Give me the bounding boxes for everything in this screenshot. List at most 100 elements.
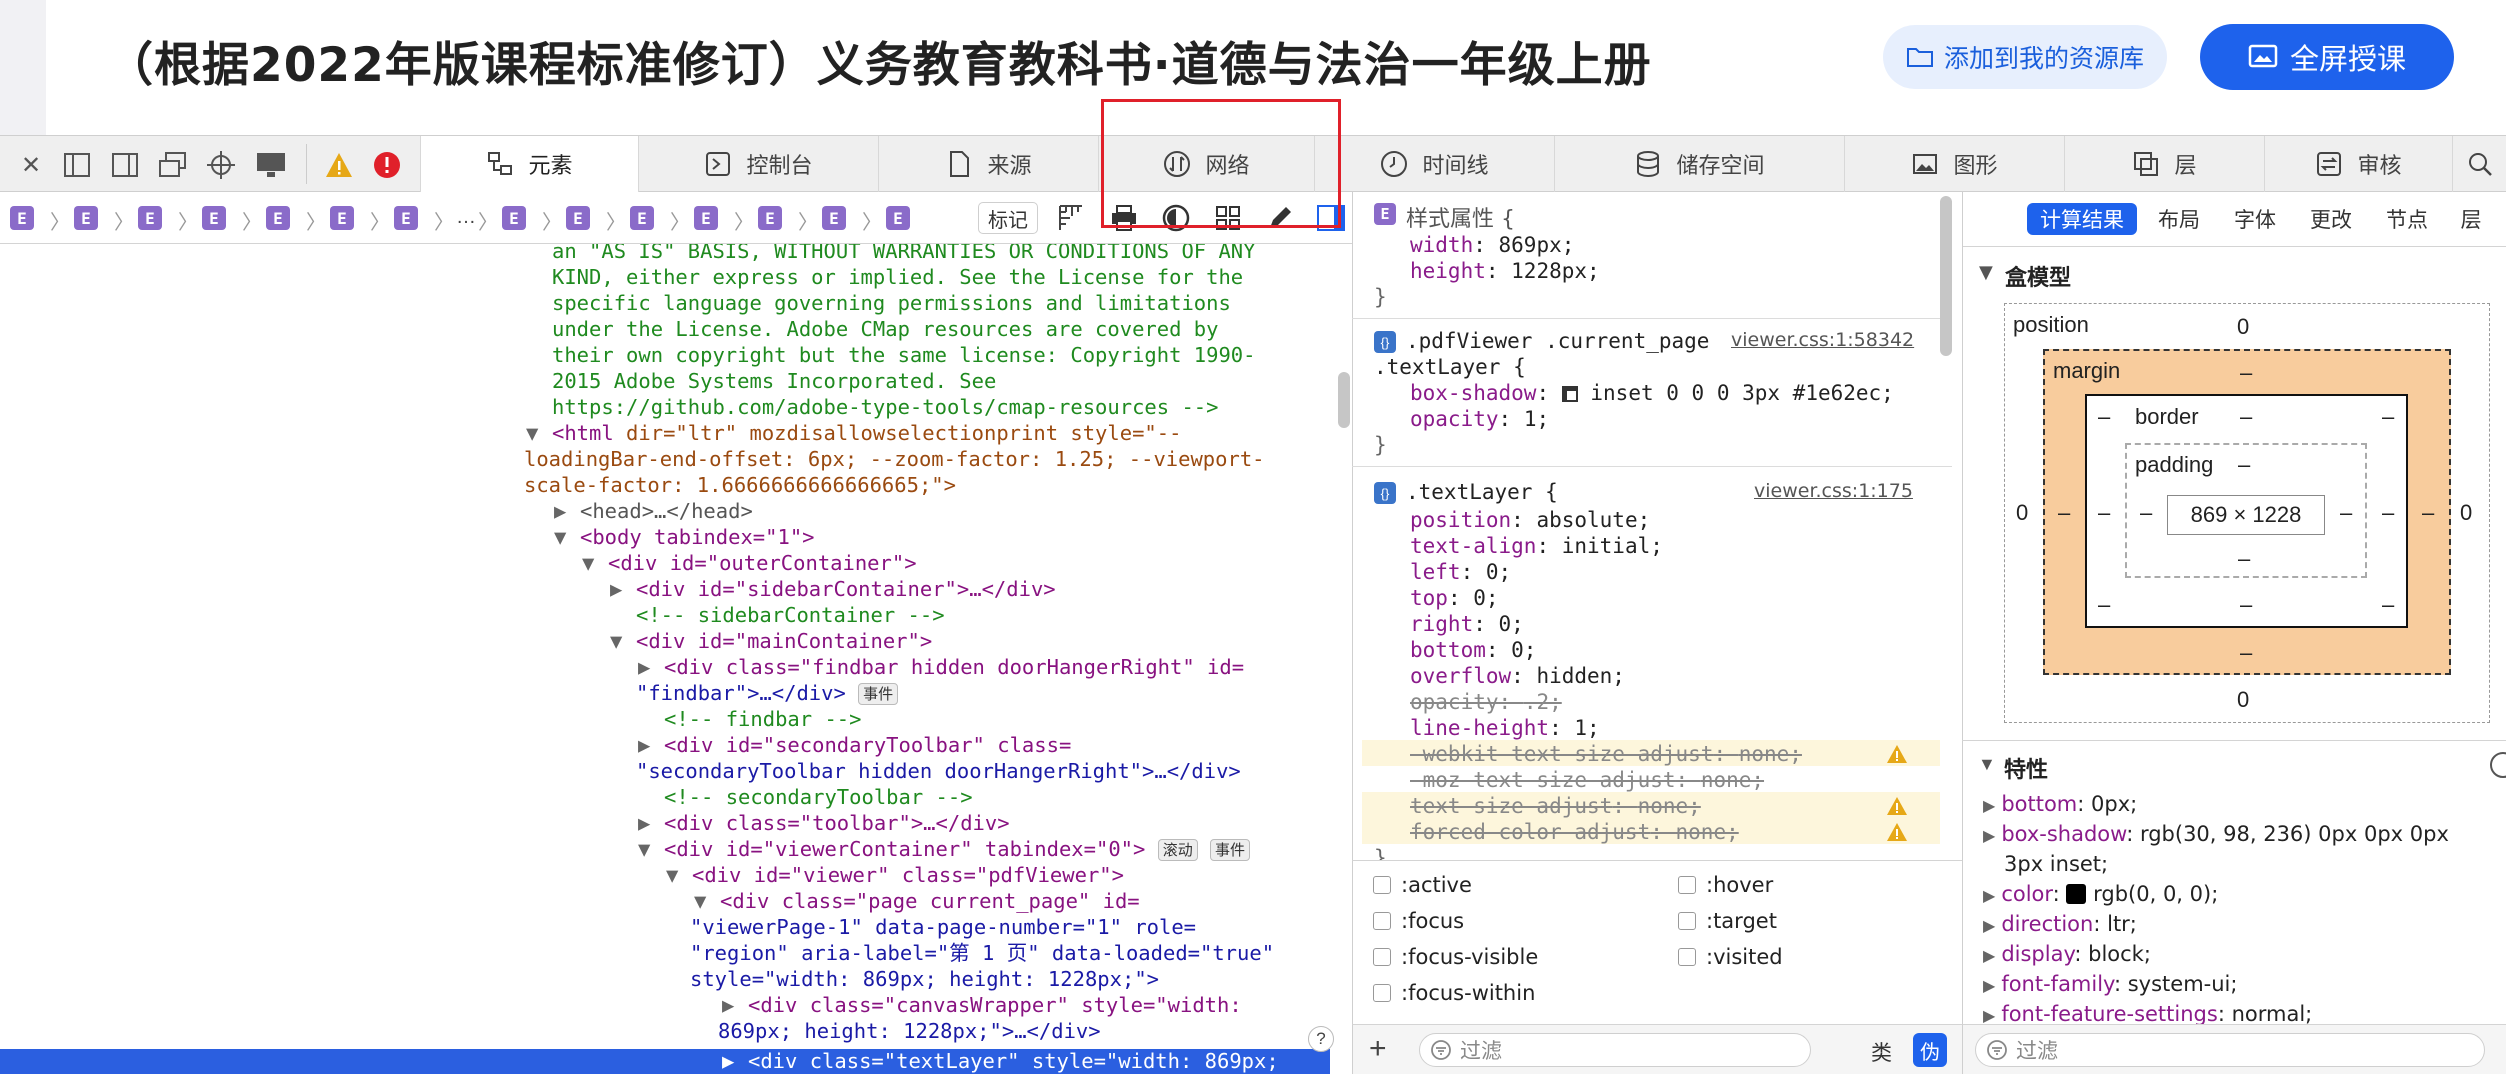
- style-declaration[interactable]: width: 869px;: [1410, 233, 1574, 257]
- breadcrumb-element-icon[interactable]: E: [822, 206, 846, 230]
- tab-node[interactable]: 节点: [2379, 203, 2435, 235]
- source-link[interactable]: viewer.css:1:175: [1754, 480, 1913, 502]
- border-topright-value[interactable]: –: [2382, 404, 2394, 430]
- padding-bottom-value[interactable]: –: [2238, 546, 2250, 572]
- breadcrumb-element-icon[interactable]: E: [758, 206, 782, 230]
- margin-right-value[interactable]: –: [2422, 500, 2434, 526]
- tab-layout[interactable]: 布局: [2151, 203, 2207, 235]
- dom-node-head[interactable]: <head>…</head>: [580, 498, 753, 524]
- breadcrumb-element-icon[interactable]: E: [694, 206, 718, 230]
- tab-console[interactable]: 控制台: [638, 136, 878, 192]
- breadcrumb-element-icon[interactable]: E: [10, 206, 34, 230]
- disclosure-triangle-open[interactable]: ▼: [1978, 754, 1996, 775]
- mark-button[interactable]: 标记: [978, 202, 1038, 234]
- tab-elements[interactable]: 元素: [420, 136, 638, 192]
- help-icon[interactable]: ?: [1308, 1026, 1334, 1052]
- dom-node-html[interactable]: <html dir="ltr" mozdisallowselectionprin…: [552, 420, 1181, 446]
- breadcrumb-element-icon[interactable]: E: [138, 206, 162, 230]
- style-declaration[interactable]: overflow: hidden;: [1410, 664, 1625, 688]
- style-declaration-invalid[interactable]: -moz-text-size-adjust: none;: [1410, 768, 1764, 792]
- breadcrumb-element-icon[interactable]: E: [74, 206, 98, 230]
- dom-node-findbar[interactable]: <div class="findbar hidden doorHangerRig…: [664, 654, 1244, 680]
- style-declaration[interactable]: right: 0;: [1410, 612, 1524, 636]
- dock-left-icon[interactable]: [62, 150, 92, 180]
- dom-node-toolbar[interactable]: <div class="toolbar">…</div>: [664, 810, 1010, 836]
- tab-changes[interactable]: 更改: [2303, 203, 2359, 235]
- grid-overlay-icon[interactable]: [1058, 204, 1084, 237]
- event-badge[interactable]: 事件: [1210, 839, 1251, 861]
- style-declaration[interactable]: opacity: 1;: [1410, 407, 1549, 431]
- computed-filter-input[interactable]: 过滤: [1975, 1033, 2485, 1067]
- pseudo-target-checkbox[interactable]: :target: [1678, 909, 1777, 933]
- padding-top-value[interactable]: –: [2238, 452, 2250, 478]
- border-right-value[interactable]: –: [2382, 500, 2394, 526]
- dom-node-secondary-toolbar[interactable]: <div id="secondaryToolbar" class=: [664, 732, 1071, 758]
- warning-icon[interactable]: [1886, 744, 1908, 764]
- close-icon[interactable]: ✕: [16, 150, 46, 180]
- padding-left-value[interactable]: –: [2140, 500, 2152, 526]
- border-left-value[interactable]: –: [2098, 500, 2110, 526]
- position-right-value[interactable]: 0: [2460, 500, 2472, 526]
- breadcrumb-element-icon[interactable]: E: [394, 206, 418, 230]
- scroll-badge[interactable]: 滚动: [1157, 839, 1198, 861]
- warning-icon[interactable]: [324, 150, 354, 180]
- position-left-value[interactable]: 0: [2016, 500, 2028, 526]
- pseudo-visited-checkbox[interactable]: :visited: [1678, 945, 1783, 969]
- disclosure-triangle-closed[interactable]: ▶: [638, 654, 650, 680]
- breadcrumb-element-icon[interactable]: E: [266, 206, 290, 230]
- disclosure-triangle-closed[interactable]: ▶: [722, 992, 734, 1018]
- tab-timeline[interactable]: 时间线: [1314, 136, 1554, 192]
- device-preview-icon[interactable]: [256, 150, 286, 180]
- disclosure-triangle-closed[interactable]: ▶: [554, 498, 566, 524]
- detach-window-icon[interactable]: [158, 150, 188, 180]
- tab-storage[interactable]: 储存空间: [1554, 136, 1844, 192]
- tab-sources[interactable]: 来源: [878, 136, 1098, 192]
- breadcrumb-element-icon[interactable]: E: [630, 206, 654, 230]
- style-declaration[interactable]: height: 1228px;: [1410, 259, 1600, 283]
- computed-prop-color[interactable]: ▶ color: rgb(0, 0, 0);: [1983, 882, 2218, 906]
- disclosure-triangle-closed[interactable]: ▶: [1983, 826, 1995, 845]
- style-declaration-invalid[interactable]: text-size-adjust: none;: [1410, 794, 1701, 818]
- style-declaration[interactable]: line-height: 1;: [1410, 716, 1600, 740]
- disclosure-triangle-closed[interactable]: ▶: [1983, 946, 1995, 965]
- disclosure-triangle-open[interactable]: ▼: [694, 888, 706, 914]
- checkbox-box[interactable]: [1373, 876, 1391, 894]
- checkbox-box[interactable]: [1678, 948, 1696, 966]
- style-declaration[interactable]: box-shadow: inset 0 0 0 3px #1e62ec;: [1410, 381, 1894, 405]
- class-toggle-button[interactable]: 类: [1871, 1037, 1892, 1067]
- disclosure-triangle-open[interactable]: ▼: [554, 524, 566, 550]
- disclosure-triangle-closed[interactable]: ▶: [1983, 916, 1995, 935]
- border-top-value[interactable]: –: [2240, 404, 2252, 430]
- selected-dom-row[interactable]: ▶ <div class="textLayer" style="width: 8…: [0, 1049, 1330, 1074]
- style-declaration[interactable]: top: 0;: [1410, 586, 1499, 610]
- padding-right-value[interactable]: –: [2340, 500, 2352, 526]
- disclosure-triangle-open[interactable]: ▼: [610, 628, 622, 654]
- disclosure-triangle-closed[interactable]: ▶: [610, 576, 622, 602]
- properties-title[interactable]: 特性: [2004, 752, 2048, 784]
- warning-icon[interactable]: [1886, 822, 1908, 842]
- checkbox-box[interactable]: [1678, 876, 1696, 894]
- box-model-content-size[interactable]: 869 × 1228: [2167, 495, 2325, 535]
- search-button[interactable]: [2452, 136, 2506, 192]
- style-declaration-overridden[interactable]: opacity: .2;: [1410, 690, 1562, 714]
- dom-node-main[interactable]: <div id="mainContainer">: [636, 628, 932, 654]
- border-bottomright-value[interactable]: –: [2382, 592, 2394, 618]
- pseudo-focus-visible-checkbox[interactable]: :focus-visible: [1373, 945, 1538, 969]
- checkbox-box[interactable]: [1373, 984, 1391, 1002]
- breadcrumb-element-icon[interactable]: E: [330, 206, 354, 230]
- disclosure-triangle-open[interactable]: ▼: [638, 836, 650, 862]
- add-rule-icon[interactable]: +: [1369, 1033, 1387, 1065]
- style-declaration[interactable]: left: 0;: [1410, 560, 1511, 584]
- disclosure-triangle-closed[interactable]: ▶: [1983, 976, 1995, 995]
- style-declaration[interactable]: bottom: 0;: [1410, 638, 1536, 662]
- disclosure-triangle-open[interactable]: ▼: [582, 550, 594, 576]
- pseudo-focus-within-checkbox[interactable]: :focus-within: [1373, 981, 1535, 1005]
- rule-selector[interactable]: .pdfViewer .current_page: [1406, 329, 1709, 353]
- color-swatch-icon[interactable]: [2066, 884, 2087, 904]
- tab-audit[interactable]: 审核: [2264, 136, 2452, 192]
- dom-node-page[interactable]: <div class="page current_page" id=: [720, 888, 1140, 914]
- source-link[interactable]: viewer.css:1:58342: [1731, 329, 1914, 351]
- style-declaration-invalid[interactable]: forced-color-adjust: none;: [1410, 820, 1739, 844]
- margin-bottom-value[interactable]: –: [2240, 640, 2252, 666]
- disclosure-triangle-closed[interactable]: ▶: [722, 1048, 734, 1074]
